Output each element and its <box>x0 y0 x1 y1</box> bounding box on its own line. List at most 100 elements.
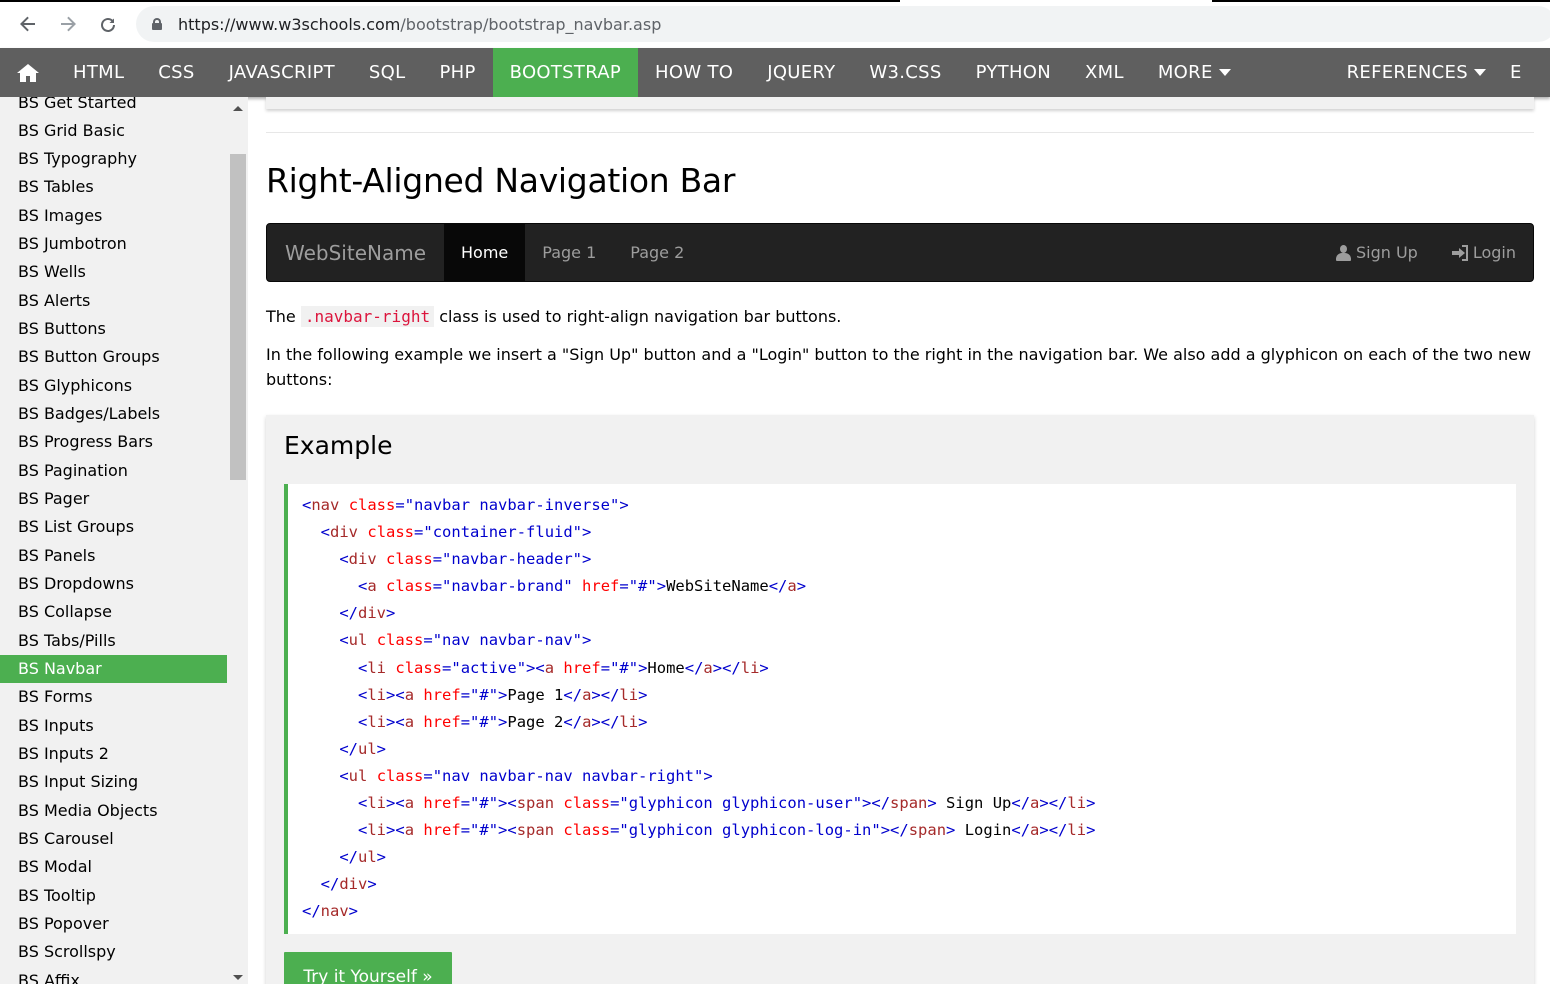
topnav-python[interactable]: PYTHON <box>959 48 1068 97</box>
topnav-more[interactable]: MORE <box>1141 48 1248 97</box>
sidebar-item-bs-tooltip[interactable]: BS Tooltip <box>0 881 227 909</box>
sidebar-item-bs-alerts[interactable]: BS Alerts <box>0 286 227 314</box>
demo-navbar-page1[interactable]: Page 1 <box>525 224 613 281</box>
top-navigation: HTML CSS JAVASCRIPT SQL PHP BOOTSTRAP HO… <box>0 48 1550 97</box>
code-line: </nav> <box>302 902 359 921</box>
sidebar-item-bs-input-sizing[interactable]: BS Input Sizing <box>0 768 227 796</box>
code-line: <li><a href="#"><span class="glyphicon g… <box>358 821 1096 840</box>
back-arrow-icon[interactable] <box>14 10 42 38</box>
sidebar-item-bs-media-objects[interactable]: BS Media Objects <box>0 796 227 824</box>
topnav-css[interactable]: CSS <box>141 48 211 97</box>
code-line: <nav class="navbar navbar-inverse"> <box>302 496 629 514</box>
sidebar-item-bs-navbar[interactable]: BS Navbar <box>0 654 227 683</box>
paragraph-navbar-right: The .navbar-right class is used to right… <box>266 304 1536 329</box>
para1-pre: The <box>266 307 296 326</box>
url-path: /bootstrap/bootstrap_navbar.asp <box>400 14 662 34</box>
demo-navbar-home[interactable]: Home <box>444 224 526 281</box>
demo-navbar-signup[interactable]: Sign Up <box>1319 224 1435 281</box>
signup-label: Sign Up <box>1355 243 1418 262</box>
code-line: <div class="navbar-header"> <box>339 550 592 569</box>
home-icon[interactable] <box>0 48 56 97</box>
scroll-up-arrow-icon[interactable] <box>233 106 243 111</box>
topnav-references[interactable]: REFERENCES <box>1330 48 1503 97</box>
sidebar-item-bs-panels[interactable]: BS Panels <box>0 541 227 569</box>
sidebar-item-bs-forms[interactable]: BS Forms <box>0 683 227 711</box>
login-label: Login <box>1472 243 1516 262</box>
code-line: <li><a href="#"><span class="glyphicon g… <box>358 794 1096 813</box>
code-line: </div> <box>320 875 377 894</box>
topnav-exercises-partial[interactable]: E <box>1503 48 1539 97</box>
sidebar-item-bs-button-groups[interactable]: BS Button Groups <box>0 343 227 371</box>
sidebar-item-bs-images[interactable]: BS Images <box>0 201 227 229</box>
code-line: <ul class="nav navbar-nav"> <box>339 631 592 650</box>
code-example: <nav class="navbar navbar-inverse"> <div… <box>284 484 1516 934</box>
sidebar: BS Get Started BS Grid Basic BS Typography… <box>0 97 248 984</box>
sidebar-item-bs-typography[interactable]: BS Typography <box>0 145 227 173</box>
previous-example-panel <box>266 97 1534 109</box>
demo-navbar-page2[interactable]: Page 2 <box>613 224 701 281</box>
sidebar-item-bs-tables[interactable]: BS Tables <box>0 173 227 201</box>
browser-chrome: https://www.w3schools.com/bootstrap/boot… <box>0 0 1550 48</box>
code-line: </ul> <box>339 739 387 758</box>
topnav-references-label: REFERENCES <box>1346 62 1468 83</box>
sidebar-item-bs-popover[interactable]: BS Popover <box>0 910 227 938</box>
topnav-javascript[interactable]: JAVASCRIPT <box>212 48 352 97</box>
sidebar-item-bs-pagination[interactable]: BS Pagination <box>0 456 227 484</box>
url-host: https://www.w3schools.com <box>178 14 401 34</box>
reload-icon[interactable] <box>94 10 122 38</box>
main-content: Right-Aligned Navigation Bar WebSiteName… <box>248 97 1550 984</box>
topnav-howto[interactable]: HOW TO <box>638 48 750 97</box>
code-line: <li class="active"><a href="#">Home</a><… <box>358 658 769 677</box>
sidebar-item-bs-affix[interactable]: BS Affix <box>0 966 227 984</box>
sidebar-item-bs-list-groups[interactable]: BS List Groups <box>0 513 227 541</box>
sidebar-item-bs-collapse[interactable]: BS Collapse <box>0 598 227 626</box>
sidebar-item-bs-jumbotron[interactable]: BS Jumbotron <box>0 230 227 258</box>
sidebar-item-bs-inputs[interactable]: BS Inputs <box>0 711 227 739</box>
caret-down-icon <box>1218 69 1231 76</box>
forward-arrow-icon[interactable] <box>54 10 82 38</box>
paragraph-example-description: In the following example we insert a "Si… <box>266 345 1532 389</box>
demo-navbar-right: Sign Up Login <box>1319 224 1533 281</box>
divider <box>266 132 1534 133</box>
para1-post: class is used to right-align navigation … <box>439 307 842 326</box>
sidebar-item-bs-buttons[interactable]: BS Buttons <box>0 315 227 343</box>
sidebar-item-bs-wells[interactable]: BS Wells <box>0 258 227 286</box>
demo-navbar: WebSiteName Home Page 1 Page 2 Sign Up L… <box>266 223 1534 282</box>
code-line: <li><a href="#">Page 2</a></li> <box>358 712 648 731</box>
code-line: <ul class="nav navbar-nav navbar-right"> <box>339 766 713 785</box>
lock-icon <box>152 18 162 30</box>
address-bar[interactable]: https://www.w3schools.com/bootstrap/boot… <box>136 6 1550 42</box>
topnav-bootstrap[interactable]: BOOTSTRAP <box>492 48 639 97</box>
sidebar-item-bs-modal[interactable]: BS Modal <box>0 853 227 881</box>
topnav-more-label: MORE <box>1157 62 1213 83</box>
topnav-html[interactable]: HTML <box>56 48 141 97</box>
sidebar-item-bs-carousel[interactable]: BS Carousel <box>0 825 227 853</box>
sidebar-item-bs-grid-basic[interactable]: BS Grid Basic <box>0 116 227 144</box>
try-it-yourself-button[interactable]: Try it Yourself » <box>284 952 452 984</box>
topnav-php[interactable]: PHP <box>422 48 492 97</box>
sidebar-item-bs-dropdowns[interactable]: BS Dropdowns <box>0 570 227 598</box>
demo-navbar-login[interactable]: Login <box>1435 224 1533 281</box>
example-panel: Example <nav class="navbar navbar-invers… <box>266 415 1534 984</box>
topnav-sql[interactable]: SQL <box>352 48 423 97</box>
user-icon <box>1335 244 1351 261</box>
sidebar-scrollbar-thumb[interactable] <box>230 154 246 480</box>
sidebar-item-bs-glyphicons[interactable]: BS Glyphicons <box>0 371 227 399</box>
sidebar-item-bs-scrollspy[interactable]: BS Scrollspy <box>0 938 227 966</box>
sidebar-item-bs-tabs-pills[interactable]: BS Tabs/Pills <box>0 626 227 654</box>
sidebar-item-bs-get-started[interactable]: BS Get Started <box>0 97 227 116</box>
code-line: </div> <box>339 604 396 623</box>
sidebar-item-bs-inputs-2[interactable]: BS Inputs 2 <box>0 740 227 768</box>
code-line: <div class="container-fluid"> <box>320 523 592 542</box>
example-title: Example <box>284 431 393 460</box>
topnav-w3css[interactable]: W3.CSS <box>852 48 958 97</box>
topnav-xml[interactable]: XML <box>1068 48 1141 97</box>
code-line: <li><a href="#">Page 1</a></li> <box>358 685 648 704</box>
sidebar-item-bs-pager[interactable]: BS Pager <box>0 485 227 513</box>
sidebar-item-bs-progress-bars[interactable]: BS Progress Bars <box>0 428 227 456</box>
topnav-jquery[interactable]: JQUERY <box>750 48 852 97</box>
sidebar-item-bs-badges-labels[interactable]: BS Badges/Labels <box>0 400 227 428</box>
demo-navbar-brand[interactable]: WebSiteName <box>267 224 444 281</box>
scroll-down-arrow-icon[interactable] <box>233 975 243 980</box>
code-line: <a class="navbar-brand" href="#">WebSite… <box>358 577 807 596</box>
